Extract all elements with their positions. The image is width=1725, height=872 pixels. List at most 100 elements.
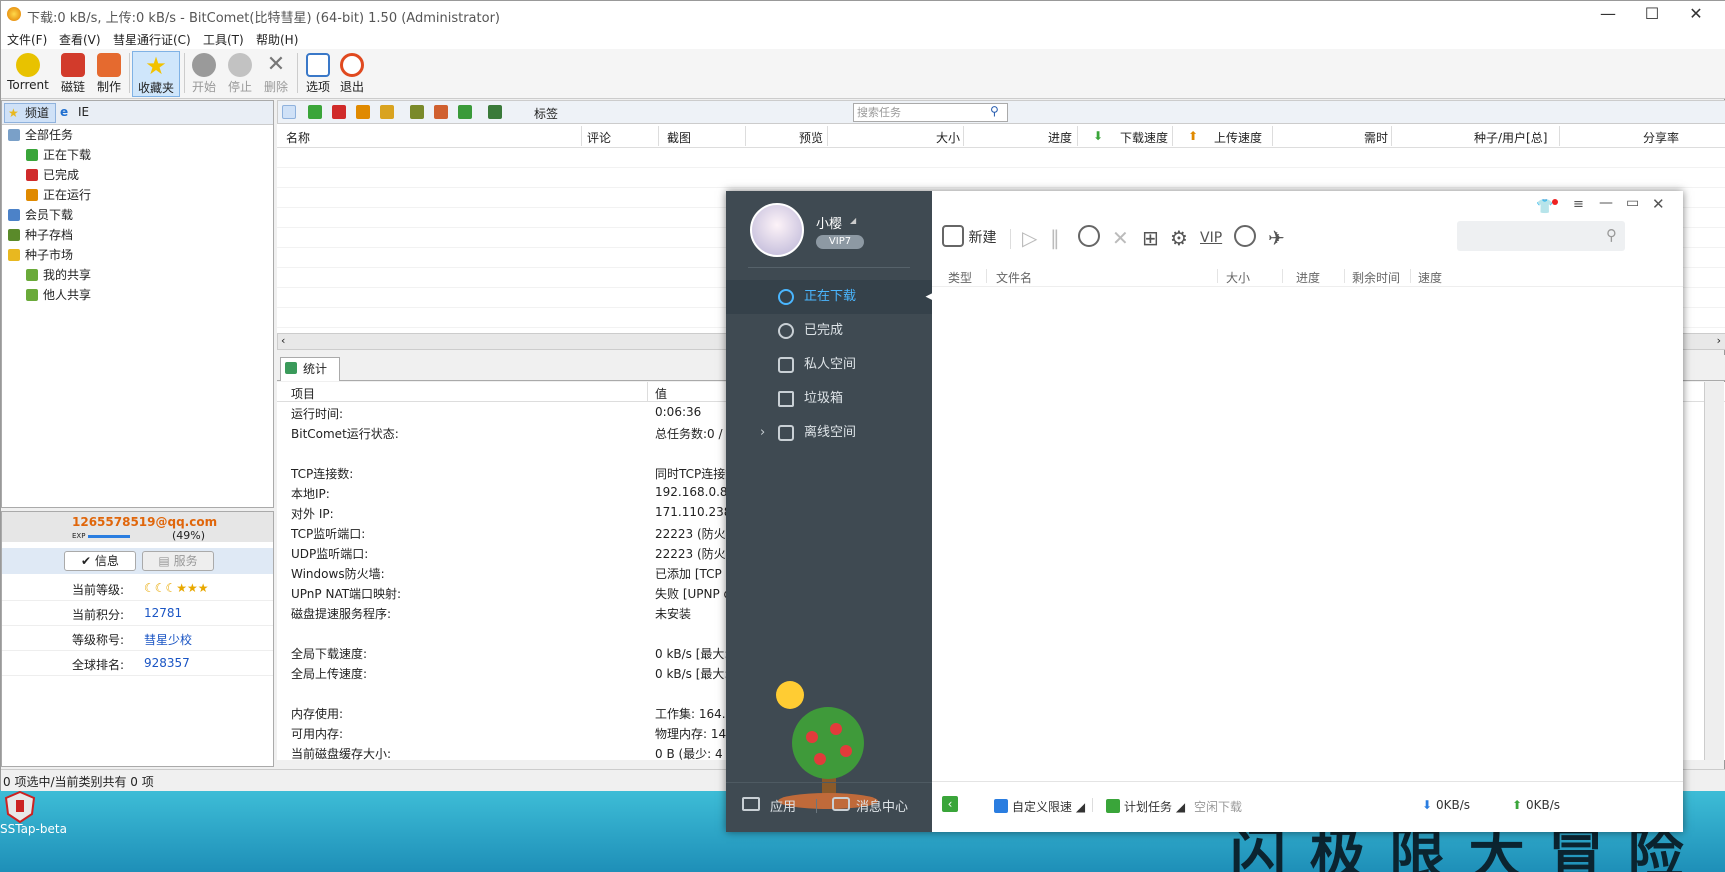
col-share-ratio[interactable]: 分享率 [1643, 129, 1679, 146]
col-name[interactable]: 名称 [286, 129, 310, 146]
col-download-speed[interactable]: 下载速度 [1120, 129, 1168, 146]
user-email[interactable]: 1265578519@qq.com [72, 515, 217, 529]
exit-button[interactable]: 退出 [335, 51, 369, 97]
col-screenshot[interactable]: 截图 [667, 129, 691, 146]
download-icon[interactable] [308, 105, 322, 119]
col-time[interactable]: 需时 [1364, 129, 1388, 146]
tree-item-downloading[interactable]: 正在下载 [2, 145, 273, 165]
menu-file[interactable]: 文件(F) [7, 31, 47, 48]
skin-icon[interactable]: 👕 [1536, 199, 1553, 215]
view-icon[interactable] [282, 105, 296, 119]
delete-icon[interactable]: ✕ [1112, 225, 1129, 251]
dropdown-arrow-icon[interactable]: ◢ [850, 216, 856, 225]
make-torrent-button[interactable]: 制作 [91, 51, 127, 97]
avatar[interactable] [750, 203, 804, 257]
thunder-minimize-button[interactable]: — [1599, 195, 1613, 211]
speed-limit-icon[interactable] [1078, 225, 1100, 251]
menu-help[interactable]: 帮助(H) [256, 31, 298, 48]
scheduled-task-button[interactable]: 计划任务 ◢ [1106, 798, 1185, 815]
vip-badge[interactable]: VIP7 [816, 235, 864, 249]
nav-offline-space[interactable]: › 离线空间 [726, 416, 932, 450]
vip-icon[interactable]: VIP [1200, 225, 1222, 251]
running-icon[interactable] [356, 105, 370, 119]
down-arrow-icon: ⬇ [1093, 129, 1104, 143]
vertical-scrollbar[interactable] [1704, 382, 1724, 760]
collapse-sidebar-icon[interactable]: ‹ [942, 796, 958, 812]
scroll-right-icon[interactable]: › [1717, 334, 1721, 347]
stop-button[interactable]: 停止 [223, 51, 257, 97]
tree-item-all-tasks[interactable]: 全部任务 [2, 125, 273, 145]
menu-icon[interactable]: ≡ [1573, 197, 1584, 212]
tree-item-torrent-archive[interactable]: 种子存档 [2, 225, 273, 245]
nav-private-space[interactable]: 私人空间 [726, 348, 932, 382]
torrent-button[interactable]: Torrent [3, 51, 53, 97]
apps-icon[interactable] [742, 797, 760, 811]
tab-statistics[interactable]: 统计 [280, 357, 340, 381]
col-remaining-time[interactable]: 剩余时间 [1352, 269, 1400, 286]
close-button[interactable]: ✕ [1673, 1, 1719, 29]
scroll-left-icon[interactable]: ‹ [281, 334, 285, 347]
magnet-button[interactable]: 磁链 [55, 51, 91, 97]
tree-item-completed[interactable]: 已完成 [2, 165, 273, 185]
apps-button[interactable]: 应用 [770, 796, 796, 815]
tab-channel[interactable]: ★ 频道 [4, 103, 56, 123]
completed-icon[interactable] [332, 105, 346, 119]
col-preview[interactable]: 预览 [799, 129, 823, 146]
tag-button[interactable]: 标签 [534, 105, 558, 122]
flash-icon[interactable] [380, 105, 394, 119]
menu-passport[interactable]: 彗星通行证(C) [113, 31, 191, 48]
grid-icon[interactable]: ⊞ [1142, 225, 1159, 251]
move-down-icon[interactable] [458, 105, 472, 119]
task-search-input[interactable]: 搜索任务 [853, 103, 1008, 122]
options-button[interactable]: 选项 [301, 51, 335, 97]
favorites-button[interactable]: ★ 收藏夹 [132, 51, 180, 97]
idle-download-button[interactable]: 空闲下载 [1194, 798, 1242, 815]
custom-speed-limit-button[interactable]: 自定义限速 ◢ [994, 798, 1085, 815]
tree-item-vip-download[interactable]: 会员下载 [2, 205, 273, 225]
nav-trash[interactable]: 垃圾箱 [726, 382, 932, 416]
pause-icon[interactable]: ∥ [1050, 225, 1060, 251]
thunder-search-input[interactable]: ⚲ [1457, 221, 1625, 251]
tab-ie[interactable]: e IE [60, 105, 89, 119]
col-upload-speed[interactable]: 上传速度 [1214, 129, 1262, 146]
col-progress[interactable]: 进度 [1296, 269, 1320, 286]
tab-info[interactable]: ✔ 信息 [64, 551, 136, 571]
nav-downloading[interactable]: 正在下载 ◂ [726, 280, 932, 314]
coin-icon[interactable] [1234, 225, 1256, 251]
rocket-icon[interactable]: ✈ [1268, 225, 1285, 251]
col-filename[interactable]: 文件名 [996, 269, 1032, 286]
play-icon[interactable]: ▷ [1022, 225, 1037, 251]
new-task-button[interactable]: 新建 [942, 225, 996, 251]
tree-item-my-share[interactable]: 我的共享 [2, 265, 273, 285]
minimize-button[interactable]: — [1585, 1, 1631, 29]
message-center-button[interactable]: 消息中心 [856, 796, 908, 815]
menu-tools[interactable]: 工具(T) [203, 31, 244, 48]
col-size[interactable]: 大小 [1226, 269, 1250, 286]
col-speed[interactable]: 速度 [1418, 269, 1442, 286]
nav-completed[interactable]: 已完成 [726, 314, 932, 348]
expand-chevron-icon[interactable]: › [760, 416, 765, 450]
col-type[interactable]: 类型 [948, 269, 972, 286]
tree-item-running[interactable]: 正在运行 [2, 185, 273, 205]
col-size[interactable]: 大小 [936, 129, 960, 146]
username[interactable]: 小樱 [816, 213, 842, 232]
tree-item-torrent-market[interactable]: 种子市场 [2, 245, 273, 265]
move-up-icon[interactable] [434, 105, 448, 119]
search-icon[interactable]: ⚲ [1606, 226, 1617, 244]
timer-icon[interactable] [410, 105, 424, 119]
maximize-button[interactable]: ☐ [1629, 1, 1675, 29]
start-button[interactable]: 开始 [187, 51, 221, 97]
search-icon[interactable]: ⚲ [990, 104, 999, 118]
tree-item-others-share[interactable]: 他人共享 [2, 285, 273, 305]
message-icon[interactable] [832, 797, 850, 811]
menu-view[interactable]: 查看(V) [59, 31, 101, 48]
delete-button[interactable]: ✕ 删除 [259, 51, 293, 97]
tab-service[interactable]: ▤ 服务 [142, 551, 214, 571]
gear-icon[interactable]: ⚙ [1170, 225, 1188, 251]
col-progress[interactable]: 进度 [1048, 129, 1072, 146]
thunder-close-button[interactable]: ✕ [1652, 195, 1665, 213]
col-comment[interactable]: 评论 [587, 129, 611, 146]
tag-icon[interactable] [488, 105, 502, 119]
col-seeds-peers[interactable]: 种子/用户[总] [1474, 129, 1547, 146]
thunder-maximize-button[interactable]: ▭ [1626, 195, 1639, 211]
